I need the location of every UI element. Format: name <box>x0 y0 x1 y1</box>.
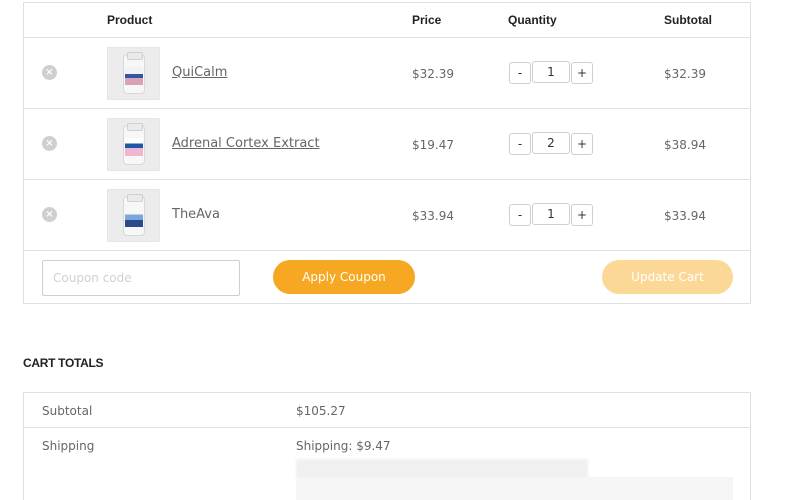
header-price: Price <box>412 13 442 27</box>
product-price: $32.39 <box>412 67 454 81</box>
cart-totals-heading: CART TOTALS <box>23 356 104 370</box>
product-thumbnail[interactable] <box>107 47 160 100</box>
remove-item-icon[interactable]: × <box>42 207 57 222</box>
product-name-link[interactable]: QuiCalm <box>172 65 227 80</box>
cart-row: × TheAva $33.94 - 1 + $33.94 <box>24 180 750 251</box>
quantity-increase-button[interactable]: + <box>571 62 593 84</box>
product-thumbnail[interactable] <box>107 189 160 242</box>
bottle-image <box>123 194 145 236</box>
shipping-options-placeholder <box>296 459 588 479</box>
product-subtotal: $33.94 <box>664 209 706 223</box>
header-subtotal: Subtotal <box>664 13 712 27</box>
coupon-code-input[interactable] <box>42 260 240 296</box>
product-thumbnail[interactable] <box>107 118 160 171</box>
totals-shipping-label: Shipping <box>42 439 95 453</box>
cart-page: Product Price Quantity Subtotal × QuiCal… <box>0 0 800 500</box>
cart-row: × Adrenal Cortex Extract $19.47 - 2 + $3… <box>24 109 750 180</box>
quantity-decrease-button[interactable]: - <box>509 133 531 155</box>
remove-item-icon[interactable]: × <box>42 65 57 80</box>
cart-totals-table: Subtotal $105.27 Shipping Shipping: $9.4… <box>23 392 751 500</box>
totals-subtotal-label: Subtotal <box>42 404 93 418</box>
product-name-link[interactable]: Adrenal Cortex Extract <box>172 136 320 151</box>
product-price: $33.94 <box>412 209 454 223</box>
totals-subtotal-value: $105.27 <box>296 404 346 418</box>
quantity-decrease-button[interactable]: - <box>509 62 531 84</box>
totals-subtotal-row: Subtotal $105.27 <box>24 393 750 428</box>
update-cart-button[interactable]: Update Cart <box>602 260 733 294</box>
header-quantity: Quantity <box>508 13 557 27</box>
remove-item-icon[interactable]: × <box>42 136 57 151</box>
header-product: Product <box>107 13 153 27</box>
product-price: $19.47 <box>412 138 454 152</box>
quantity-increase-button[interactable]: + <box>571 133 593 155</box>
shipping-calculator-placeholder <box>296 477 733 500</box>
product-subtotal: $32.39 <box>664 67 706 81</box>
bottle-image <box>123 52 145 94</box>
totals-shipping-value: Shipping: $9.47 <box>296 439 391 453</box>
apply-coupon-button[interactable]: Apply Coupon <box>273 260 415 294</box>
cart-table: Product Price Quantity Subtotal × QuiCal… <box>23 2 751 304</box>
product-name: TheAva <box>172 207 220 222</box>
cart-table-header: Product Price Quantity Subtotal <box>24 3 750 38</box>
quantity-input[interactable]: 2 <box>532 132 570 154</box>
quantity-increase-button[interactable]: + <box>571 204 593 226</box>
bottle-image <box>123 123 145 165</box>
product-subtotal: $38.94 <box>664 138 706 152</box>
quantity-input[interactable]: 1 <box>532 203 570 225</box>
quantity-input[interactable]: 1 <box>532 61 570 83</box>
cart-row: × QuiCalm $32.39 - 1 + $32.39 <box>24 38 750 109</box>
quantity-decrease-button[interactable]: - <box>509 204 531 226</box>
